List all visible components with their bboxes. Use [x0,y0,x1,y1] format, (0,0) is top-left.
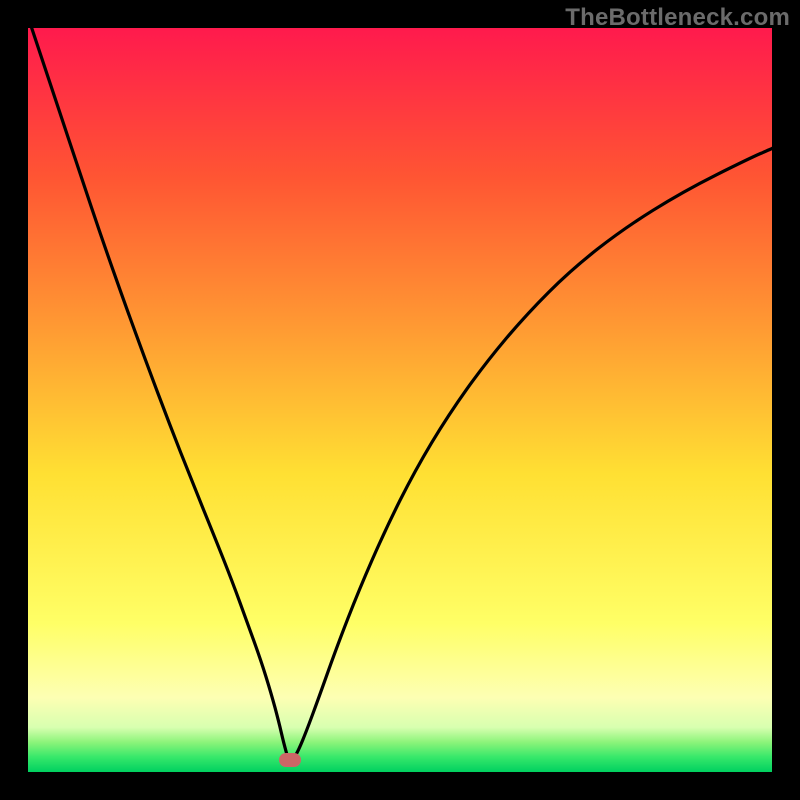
optimal-point-marker [279,753,301,767]
chart-plot-area [28,28,772,772]
chart-frame: TheBottleneck.com [0,0,800,800]
bottleneck-curve [28,28,772,772]
watermark-text: TheBottleneck.com [565,4,790,32]
